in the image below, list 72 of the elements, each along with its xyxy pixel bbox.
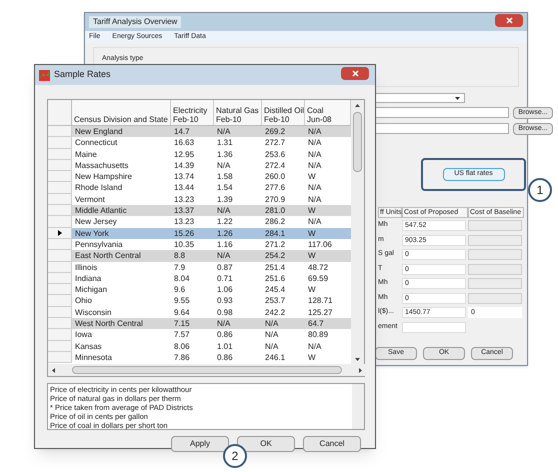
table-cell: N/A: [262, 318, 305, 330]
readonly-field: [468, 264, 522, 274]
table-cell: N/A: [214, 318, 262, 330]
right-arrow-icon: [359, 368, 362, 372]
column-header: Coal Jun-08: [305, 100, 351, 125]
column-header: Natural Gas Feb-10: [214, 100, 262, 125]
table-cell: Pennsylvania: [72, 238, 171, 250]
left-arrow-icon: [52, 368, 55, 372]
table-cell: 251.4: [262, 262, 305, 273]
column-header: Census Division and State: [72, 100, 171, 125]
table-cell: 1.16: [214, 238, 262, 250]
column-header: Electricity Feb-10: [171, 100, 214, 125]
scroll-thumb[interactable]: [72, 366, 342, 374]
table-cell: West North Central: [72, 318, 171, 330]
input-field[interactable]: [375, 107, 509, 118]
table-cell: 64.7: [305, 318, 351, 330]
readonly-field: [468, 249, 522, 260]
table-cell: Middle Atlantic: [72, 205, 171, 216]
table-cell: 281.0: [262, 205, 305, 216]
table-cell: 7.9: [171, 262, 214, 273]
up-arrow-icon: [355, 104, 360, 107]
table-cell: W: [305, 228, 351, 239]
row-header[interactable]: [48, 228, 72, 239]
readonly-field: [468, 278, 522, 289]
table-cell: N/A: [214, 126, 262, 138]
table-cell: 14.7: [171, 126, 214, 138]
table-cell: 7.15: [171, 318, 214, 330]
horizontal-scrollbar[interactable]: [48, 364, 366, 376]
close-button[interactable]: [341, 67, 369, 80]
table-cell: 269.2: [262, 126, 305, 138]
callout-number: 2: [223, 444, 247, 468]
table-cell: 1.26: [214, 228, 262, 239]
table-cell: W: [305, 250, 351, 262]
table-cell: 15.26: [171, 228, 214, 239]
dialog-button[interactable]: Apply: [171, 436, 229, 452]
close-button[interactable]: [495, 14, 523, 27]
close-icon: [506, 17, 512, 24]
table-cell: 48.72: [305, 262, 351, 273]
table-cell: 254.2: [262, 250, 305, 262]
table-cell: New England: [72, 126, 171, 138]
table-cell: Illinois: [72, 262, 171, 273]
dialog-button[interactable]: Cancel: [303, 436, 361, 452]
readonly-field: [468, 234, 522, 246]
dialog-button[interactable]: OK: [237, 436, 295, 452]
window-title: Sample Rates: [54, 68, 111, 82]
caret-icon: [455, 96, 460, 100]
callout-number: 1: [528, 178, 552, 202]
dropdown[interactable]: [375, 93, 465, 103]
table-cell: East North Central: [72, 250, 171, 262]
readonly-field: [468, 220, 522, 231]
table-cell: 8.8: [171, 250, 214, 262]
table-cell: New York: [72, 228, 171, 239]
row-pointer-icon: [58, 230, 62, 236]
table-cell: N/A: [214, 250, 262, 262]
app-icon: [39, 70, 50, 80]
table-cell: N/A: [214, 205, 262, 216]
table-cell: 117.06: [305, 238, 351, 250]
table-cell: W: [305, 205, 351, 216]
table-cell: 10.35: [171, 238, 214, 250]
input-field[interactable]: [375, 123, 509, 134]
table-cell: 284.1: [262, 228, 305, 239]
vertical-scrollbar[interactable]: [352, 384, 364, 429]
window-title: Tariff Analysis Overview: [89, 16, 182, 28]
readonly-field: [468, 292, 522, 304]
table-cell: N/A: [305, 126, 351, 138]
down-arrow-icon: [355, 358, 360, 361]
column-header: Distilled Oil Feb-10: [262, 100, 305, 125]
table-cell: 271.2: [262, 238, 305, 250]
table-cell: 13.37: [171, 205, 214, 216]
table-cell: 0.87: [214, 262, 262, 273]
scroll-thumb[interactable]: [353, 112, 362, 172]
close-icon: [352, 70, 358, 77]
